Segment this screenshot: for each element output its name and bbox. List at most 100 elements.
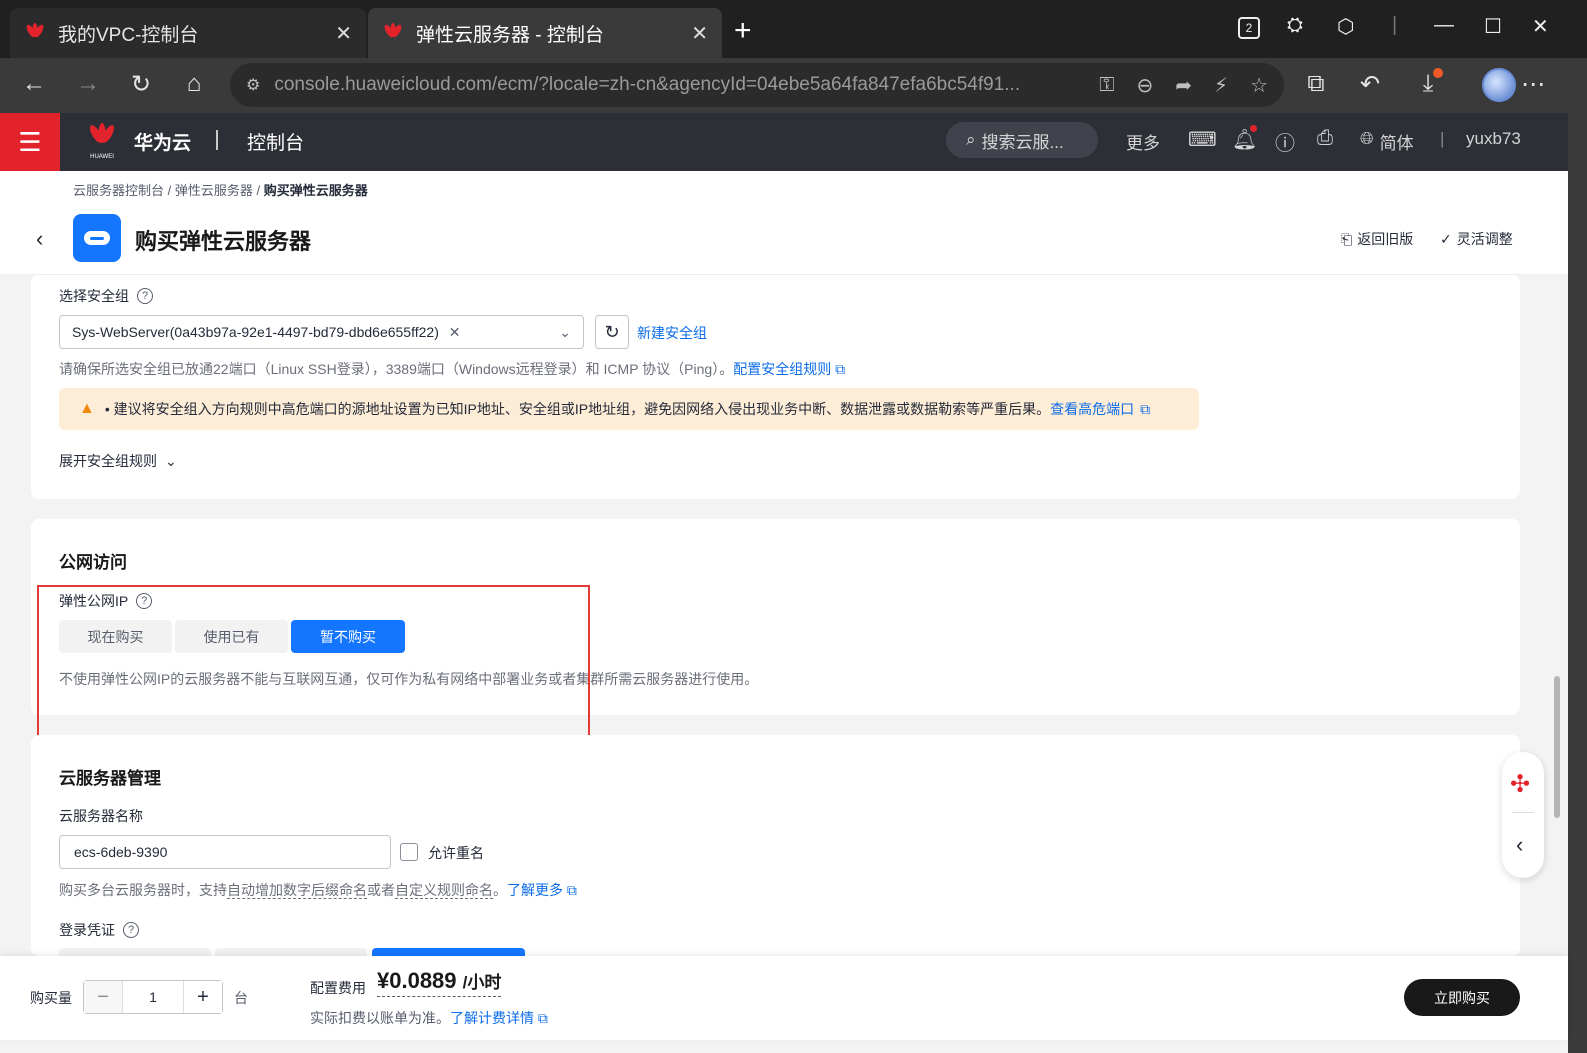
refresh-icon: ↻ bbox=[604, 321, 620, 342]
chevron-down-icon: ⌄ bbox=[559, 323, 571, 340]
label-text: 选择安全组 bbox=[59, 288, 129, 304]
back-chevron-icon[interactable]: ‹ bbox=[36, 226, 43, 252]
copilot-icon[interactable]: ⛭ bbox=[1287, 14, 1303, 37]
favorite-star-icon[interactable]: ☆ bbox=[1250, 73, 1268, 98]
logo-text: HUAWEI bbox=[90, 154, 114, 160]
close-tab-icon[interactable]: ✕ bbox=[691, 21, 708, 46]
tab-title: 弹性云服务器 - 控制台 bbox=[416, 24, 604, 46]
huawei-favicon bbox=[384, 23, 402, 38]
price-amount: ¥0.0889 bbox=[377, 968, 457, 993]
allow-duplicate-checkbox[interactable] bbox=[400, 843, 418, 861]
collapse-chevron-icon[interactable]: ‹ bbox=[1516, 832, 1523, 858]
ecs-product-icon bbox=[73, 214, 121, 262]
collections-icon[interactable]: ⧉ bbox=[1298, 66, 1334, 102]
learn-more-link[interactable]: 了解更多 bbox=[507, 882, 563, 898]
scrollbar-track[interactable] bbox=[1550, 171, 1568, 956]
external-link-icon[interactable]: ⧉ bbox=[1140, 401, 1150, 418]
config-rules-link[interactable]: 配置安全组规则 bbox=[733, 361, 831, 377]
browser-tab-ecs[interactable]: 弹性云服务器 - 控制台 ✕ bbox=[368, 8, 722, 58]
highlight-box bbox=[37, 585, 590, 737]
tab-count-icon[interactable]: 2 bbox=[1238, 17, 1260, 39]
feedback-icon[interactable]: ⎙ bbox=[1317, 127, 1333, 150]
huawei-logo: HUAWEI bbox=[89, 123, 114, 160]
increment-icon[interactable]: + bbox=[184, 981, 222, 1013]
extensions-icon[interactable]: ⬡ bbox=[1337, 14, 1354, 39]
flexible-adjust-link[interactable]: ✓ 灵活调整 bbox=[1440, 229, 1513, 249]
external-link-icon[interactable]: ⧉ bbox=[835, 361, 845, 377]
quantity-stepper[interactable]: − 1 + bbox=[83, 980, 223, 1014]
address-bar[interactable]: ⚙ console.huaweicloud.com/ecm/?locale=zh… bbox=[230, 63, 1284, 107]
old-version-link[interactable]: ⎗ 返回旧版 bbox=[1341, 229, 1413, 249]
custom-rule-tooltip[interactable]: 自定义规则命名 bbox=[395, 882, 493, 899]
cloud-server-icon bbox=[84, 231, 110, 245]
username[interactable]: yuxb73 bbox=[1466, 129, 1521, 149]
hint-text: 。 bbox=[493, 882, 507, 898]
quantity-value[interactable]: 1 bbox=[122, 981, 184, 1013]
credential-option-selected[interactable] bbox=[372, 948, 525, 956]
share-icon[interactable]: ➦ bbox=[1175, 73, 1192, 98]
site-info-icon[interactable]: ⚙ bbox=[246, 75, 260, 95]
buy-now-button[interactable]: 立即购买 bbox=[1404, 979, 1520, 1016]
huawei-favicon bbox=[26, 23, 44, 38]
window-edge bbox=[1568, 113, 1587, 1053]
more-menu-icon[interactable]: ⋯ bbox=[1515, 66, 1551, 102]
reload-icon[interactable]: ↻ bbox=[123, 66, 159, 102]
brand-name[interactable]: 华为云 bbox=[134, 128, 191, 155]
home-icon[interactable]: ⌂ bbox=[176, 66, 212, 102]
selected-security-group: Sys-WebServer(0a43b97a-92e1-4497-bd79-db… bbox=[72, 324, 559, 341]
credential-option[interactable] bbox=[215, 948, 367, 956]
back-arrow-icon[interactable]: ← bbox=[16, 66, 52, 102]
breadcrumb-item[interactable]: 云服务器控制台 bbox=[73, 183, 164, 198]
history-back-icon[interactable]: ↶ bbox=[1352, 66, 1388, 102]
language-switch[interactable]: 🌐︎ 简体 bbox=[1360, 129, 1414, 154]
decrement-icon[interactable]: − bbox=[84, 981, 122, 1013]
remove-tag-icon[interactable]: ✕ bbox=[449, 324, 461, 340]
more-menu[interactable]: 更多 bbox=[1126, 129, 1160, 154]
external-link-icon[interactable]: ⧉ bbox=[538, 1010, 548, 1026]
maximize-icon[interactable]: ☐ bbox=[1484, 14, 1502, 39]
credential-option[interactable] bbox=[59, 948, 211, 956]
close-window-icon[interactable]: ✕ bbox=[1532, 14, 1549, 39]
bolt-icon[interactable]: ⚡ bbox=[1214, 73, 1228, 98]
global-search[interactable]: ⌕ 搜索云服... bbox=[946, 122, 1098, 158]
minimize-icon[interactable]: — bbox=[1434, 14, 1454, 37]
divider: | bbox=[1440, 129, 1445, 148]
console-link[interactable]: 控制台 bbox=[247, 128, 304, 155]
forward-arrow-icon[interactable]: → bbox=[70, 66, 106, 102]
menu-icon[interactable]: ☰ bbox=[0, 113, 60, 171]
security-group-select[interactable]: Sys-WebServer(0a43b97a-92e1-4497-bd79-db… bbox=[59, 315, 584, 349]
close-tab-icon[interactable]: ✕ bbox=[335, 21, 352, 46]
external-link-icon[interactable]: ⧉ bbox=[567, 882, 577, 898]
section-title-public-access: 公网访问 bbox=[59, 553, 127, 572]
refresh-button[interactable]: ↻ bbox=[595, 315, 629, 349]
breadcrumb: 云服务器控制台 / 弹性云服务器 / 购买弹性云服务器 bbox=[73, 180, 368, 199]
notification-dot bbox=[1250, 125, 1257, 132]
search-placeholder: 搜索云服... bbox=[981, 132, 1064, 152]
help-icon[interactable]: ? bbox=[123, 922, 139, 938]
price-unit: /小时 bbox=[462, 973, 502, 992]
key-icon[interactable]: ⚿ bbox=[1099, 74, 1114, 97]
terminal-icon[interactable]: ⌨ bbox=[1188, 127, 1217, 152]
high-risk-ports-link[interactable]: 查看高危端口 bbox=[1050, 399, 1134, 419]
tab-title: 我的VPC-控制台 bbox=[58, 24, 199, 46]
expand-rules-toggle[interactable]: 展开安全组规则 ⌄ bbox=[59, 451, 177, 471]
price-value[interactable]: ¥0.0889 /小时 bbox=[377, 968, 502, 997]
hint-text: 购买多台云服务器时，支持 bbox=[59, 882, 227, 898]
billing-details-link[interactable]: 了解计费详情 bbox=[450, 1010, 534, 1026]
zoom-icon[interactable]: ⊖ bbox=[1136, 73, 1153, 98]
help-icon[interactable]: ? bbox=[137, 288, 153, 304]
create-security-group-link[interactable]: 新建安全组 bbox=[637, 323, 707, 343]
assistant-icon[interactable]: ✣ bbox=[1510, 770, 1530, 799]
server-name-input[interactable]: ecs-6deb-9390 bbox=[59, 835, 391, 869]
breadcrumb-item[interactable]: 弹性云服务器 bbox=[175, 183, 253, 198]
help-icon[interactable]: ⓘ bbox=[1275, 127, 1295, 156]
expand-text: 展开安全组规则 bbox=[59, 453, 157, 469]
auto-suffix-tooltip[interactable]: 自动增加数字后缀命名 bbox=[227, 882, 367, 899]
scrollbar-thumb[interactable] bbox=[1554, 676, 1560, 818]
new-tab-button[interactable]: + bbox=[734, 14, 752, 48]
fee-label: 配置费用 bbox=[310, 980, 366, 996]
profile-avatar[interactable] bbox=[1482, 68, 1516, 102]
quantity-unit: 台 bbox=[234, 990, 248, 1006]
label-text: 登录凭证 bbox=[59, 922, 115, 938]
browser-tab-vpc[interactable]: 我的VPC-控制台 ✕ bbox=[10, 8, 366, 58]
